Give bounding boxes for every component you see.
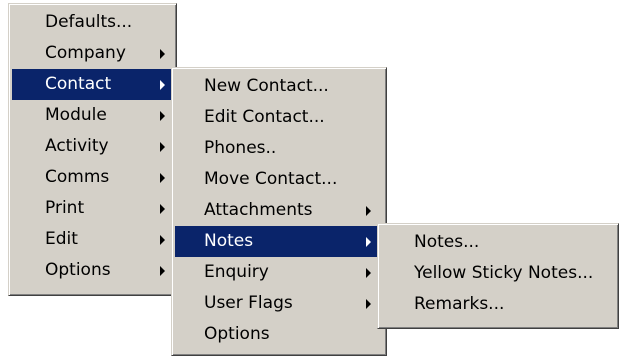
menu-item-contact[interactable]: Contact	[12, 69, 173, 100]
menu-item-company[interactable]: Company	[12, 38, 173, 69]
menu-item-activity[interactable]: Activity	[12, 131, 173, 162]
menu-item-move-contact[interactable]: Move Contact...	[175, 164, 383, 195]
menu-item-label: Options	[204, 324, 270, 344]
menu-item-defaults[interactable]: Defaults...	[12, 7, 173, 38]
submenu-arrow-icon	[366, 237, 371, 247]
menu-item-print[interactable]: Print	[12, 193, 173, 224]
menu-item-comms[interactable]: Comms	[12, 162, 173, 193]
menu-item-label: Edit	[45, 229, 78, 249]
submenu-arrow-icon	[160, 80, 165, 90]
menu-item-label: Activity	[45, 136, 109, 156]
menu-item-enquiry[interactable]: Enquiry	[175, 257, 383, 288]
menu-item-phones[interactable]: Phones..	[175, 133, 383, 164]
menu-item-new-contact[interactable]: New Contact...	[175, 71, 383, 102]
submenu-arrow-icon	[160, 266, 165, 276]
menu-item-label: Attachments	[204, 200, 313, 220]
menu-item-label: Defaults...	[45, 12, 133, 32]
submenu-arrow-icon	[366, 206, 371, 216]
menu-item-contact-options[interactable]: Options	[175, 319, 383, 350]
menu-item-label: Contact	[45, 74, 112, 94]
menu-item-label: Module	[45, 105, 107, 125]
menu-item-notes-dialog[interactable]: Notes...	[381, 227, 615, 258]
menu-item-label: Remarks...	[414, 294, 505, 314]
submenu-arrow-icon	[160, 235, 165, 245]
submenu-arrow-icon	[160, 142, 165, 152]
submenu-arrow-icon	[160, 49, 165, 59]
menu-item-label: New Contact...	[204, 76, 329, 96]
menu-item-label: Print	[45, 198, 85, 218]
contact-submenu: New Contact... Edit Contact... Phones.. …	[171, 67, 387, 356]
main-menu: Defaults... Company Contact Module Activ…	[8, 3, 177, 296]
menu-item-label: Yellow Sticky Notes...	[414, 263, 594, 283]
menu-item-remarks[interactable]: Remarks...	[381, 289, 615, 320]
submenu-arrow-icon	[160, 204, 165, 214]
menu-item-attachments[interactable]: Attachments	[175, 195, 383, 226]
submenu-arrow-icon	[366, 268, 371, 278]
menu-item-label: Options	[45, 260, 111, 280]
submenu-arrow-icon	[160, 111, 165, 121]
menu-item-yellow-sticky-notes[interactable]: Yellow Sticky Notes...	[381, 258, 615, 289]
menu-item-edit[interactable]: Edit	[12, 224, 173, 255]
menu-item-user-flags[interactable]: User Flags	[175, 288, 383, 319]
menu-item-edit-contact[interactable]: Edit Contact...	[175, 102, 383, 133]
menu-item-label: Company	[45, 43, 126, 63]
menu-item-label: Comms	[45, 167, 110, 187]
submenu-arrow-icon	[366, 299, 371, 309]
menu-item-options[interactable]: Options	[12, 255, 173, 286]
notes-submenu: Notes... Yellow Sticky Notes... Remarks.…	[377, 223, 619, 329]
menu-item-label: Notes	[204, 231, 254, 251]
menu-item-notes[interactable]: Notes	[175, 226, 383, 257]
menu-item-label: Phones..	[204, 138, 277, 158]
menu-item-label: User Flags	[204, 293, 293, 313]
menu-item-label: Edit Contact...	[204, 107, 325, 127]
menu-item-label: Move Contact...	[204, 169, 338, 189]
submenu-arrow-icon	[160, 173, 165, 183]
menu-item-module[interactable]: Module	[12, 100, 173, 131]
menu-item-label: Enquiry	[204, 262, 269, 282]
menu-item-label: Notes...	[414, 232, 480, 252]
